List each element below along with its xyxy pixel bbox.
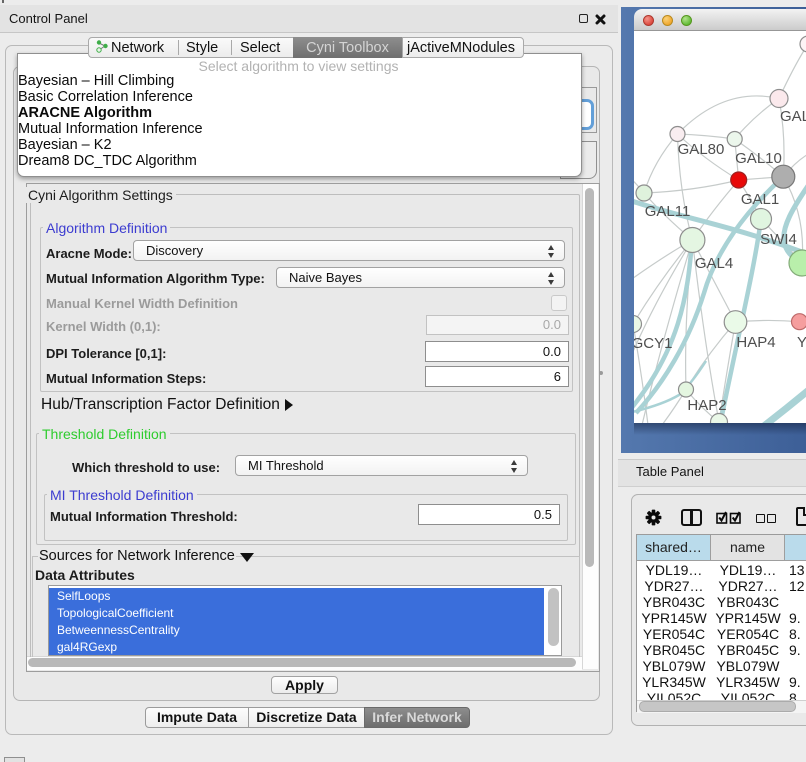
svg-text:SWI4: SWI4 — [760, 231, 797, 248]
svg-text:HAP4: HAP4 — [736, 334, 775, 351]
svg-text:GAL80: GAL80 — [678, 141, 725, 158]
svg-text:GAL1: GAL1 — [741, 191, 779, 208]
svg-text:YL: YL — [797, 334, 806, 351]
svg-text:GAL10: GAL10 — [735, 150, 782, 167]
svg-text:GCY1: GCY1 — [634, 335, 672, 352]
svg-text:GAL2: GAL2 — [780, 108, 806, 125]
svg-text:GAL11: GAL11 — [645, 203, 691, 220]
svg-text:HAP2: HAP2 — [687, 397, 726, 414]
svg-text:GAL4: GAL4 — [695, 255, 733, 272]
